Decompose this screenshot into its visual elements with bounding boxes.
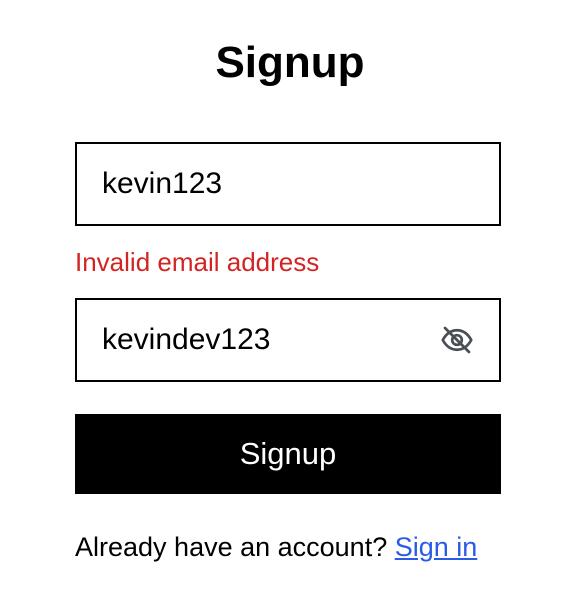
signup-page: Signup Invalid email address Signup Alre… bbox=[0, 0, 580, 606]
username-input[interactable] bbox=[77, 144, 499, 224]
signin-prompt: Already have an account? Sign in bbox=[75, 530, 501, 564]
signin-prompt-text: Already have an account? bbox=[75, 532, 388, 562]
password-field-container bbox=[75, 298, 501, 382]
error-message: Invalid email address bbox=[75, 247, 320, 277]
password-input[interactable] bbox=[77, 300, 437, 380]
page-title: Signup bbox=[215, 38, 365, 87]
signup-button[interactable]: Signup bbox=[75, 414, 501, 494]
signin-link[interactable]: Sign in bbox=[395, 532, 478, 562]
username-field-container bbox=[75, 142, 501, 226]
eye-off-icon bbox=[441, 326, 473, 354]
toggle-password-visibility-button[interactable] bbox=[437, 320, 477, 360]
